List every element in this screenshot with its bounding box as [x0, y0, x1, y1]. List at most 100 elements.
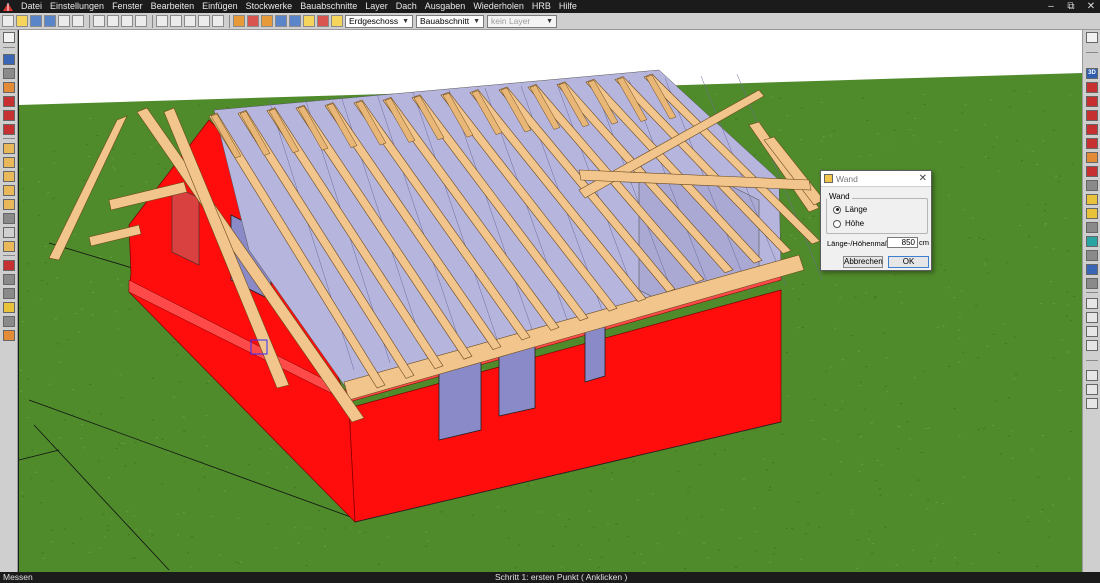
menu-item-stockwerke[interactable]: Stockwerke	[242, 0, 297, 13]
layers-tool-icon[interactable]	[3, 68, 15, 79]
save-icon[interactable]	[30, 15, 42, 27]
radio-laenge[interactable]: Länge	[833, 205, 867, 214]
measure-tool-icon[interactable]	[3, 227, 15, 238]
cancel-button[interactable]: Abbrechen	[843, 256, 883, 268]
section-view-icon[interactable]	[1086, 110, 1098, 121]
floor-select[interactable]: Erdgeschoss ▼	[345, 14, 413, 28]
grid-icon[interactable]	[233, 15, 245, 27]
minimize-icon[interactable]: –	[1046, 1, 1056, 12]
page-icon[interactable]	[1086, 298, 1098, 309]
menu-item-hrb[interactable]: HRB	[528, 0, 555, 13]
stairs-tool-icon[interactable]	[3, 157, 15, 168]
import-icon[interactable]	[1086, 340, 1098, 351]
settings-icon[interactable]	[1086, 398, 1098, 409]
layer-manager-icon[interactable]	[261, 15, 273, 27]
print-layout-icon[interactable]	[1086, 312, 1098, 323]
stamp-icon[interactable]	[317, 15, 329, 27]
door-tool-icon[interactable]	[3, 96, 15, 107]
elevation-view-icon[interactable]	[1086, 124, 1098, 135]
menu-item-bauabschnitte[interactable]: Bauabschnitte	[296, 0, 361, 13]
layer-select[interactable]: kein Layer ▼	[487, 14, 557, 28]
menu-item-einstellungen[interactable]: Einstellungen	[46, 0, 108, 13]
delete-tool-icon[interactable]	[3, 260, 15, 271]
menu-item-einfuegen[interactable]: Einfügen	[198, 0, 242, 13]
undo-icon[interactable]	[156, 15, 168, 27]
menu-item-fenster[interactable]: Fenster	[108, 0, 147, 13]
opening-tool-icon[interactable]	[3, 110, 15, 121]
text-tool-icon[interactable]	[3, 330, 15, 341]
texture-icon[interactable]	[1086, 250, 1098, 261]
snap-icon[interactable]	[247, 15, 259, 27]
sun-icon[interactable]	[1086, 194, 1098, 205]
menu-item-dach[interactable]: Dach	[392, 0, 421, 13]
properties-icon[interactable]	[1086, 384, 1098, 395]
roof-window-tool-icon[interactable]	[3, 124, 15, 135]
redo-icon[interactable]	[170, 15, 182, 27]
list-view-icon[interactable]	[1086, 370, 1098, 381]
menu-item-hilfe[interactable]: Hilfe	[555, 0, 581, 13]
ok-button[interactable]: OK	[888, 256, 929, 268]
copy-tool-icon[interactable]	[3, 288, 15, 299]
zoom-all-icon[interactable]	[135, 15, 147, 27]
3d-viewport[interactable]	[19, 30, 1082, 572]
move-tool-icon[interactable]	[3, 274, 15, 285]
menu-item-bearbeiten[interactable]: Bearbeiten	[147, 0, 199, 13]
measure-input[interactable]	[887, 237, 918, 248]
dimension-tool-icon[interactable]	[3, 302, 15, 313]
rafter-tool-icon[interactable]	[3, 171, 15, 182]
save-as-icon[interactable]	[44, 15, 56, 27]
section-select[interactable]: Bauabschnitt ▼	[416, 14, 484, 28]
shadow-icon[interactable]	[1086, 278, 1098, 289]
zoom-window-icon[interactable]	[121, 15, 133, 27]
view-3d-button[interactable]: 3D	[1086, 68, 1098, 79]
truss-tool-icon[interactable]	[3, 199, 15, 210]
grass-speck	[984, 156, 987, 158]
menu-item-wiederholen[interactable]: Wiederholen	[469, 0, 528, 13]
folder-3d-icon[interactable]	[331, 15, 343, 27]
roof-view-icon[interactable]	[1086, 138, 1098, 149]
new-file-icon[interactable]	[2, 15, 14, 27]
print-icon[interactable]	[58, 15, 70, 27]
grass-speck	[688, 486, 691, 488]
close-icon[interactable]: ✕	[1086, 1, 1096, 12]
refresh-icon[interactable]	[198, 15, 210, 27]
zoom-in-icon[interactable]	[93, 15, 105, 27]
menu-item-ausgaben[interactable]: Ausgaben	[421, 0, 470, 13]
render-icon[interactable]	[289, 15, 301, 27]
dialog-title-bar[interactable]: Wand	[821, 171, 931, 187]
close-icon[interactable]: ✕	[919, 173, 927, 184]
render-settings-icon[interactable]	[1086, 264, 1098, 275]
pointer-icon[interactable]	[1086, 32, 1098, 43]
restore-icon[interactable]: ⧉	[1066, 1, 1076, 12]
trim-tool-icon[interactable]	[3, 316, 15, 327]
3d-scene[interactable]	[19, 30, 1082, 572]
menu-item-layer[interactable]: Layer	[361, 0, 392, 13]
house-view-icon[interactable]	[1086, 82, 1098, 93]
grass-speck	[202, 436, 205, 438]
window-tool-icon[interactable]	[3, 82, 15, 93]
camera-icon[interactable]	[1086, 166, 1098, 177]
pan-icon[interactable]	[184, 15, 196, 27]
walk-view-icon[interactable]	[1086, 152, 1098, 163]
open-folder-icon[interactable]	[16, 15, 28, 27]
print-preview-icon[interactable]	[72, 15, 84, 27]
grass-speck	[198, 489, 201, 491]
beam-tool-icon[interactable]	[3, 143, 15, 154]
dropdown-arrow-icon[interactable]	[212, 15, 224, 27]
select-arrow-icon[interactable]	[3, 32, 15, 43]
line-style-icon[interactable]	[1086, 222, 1098, 233]
menu-item-datei[interactable]: Datei	[17, 0, 46, 13]
zoom-out-icon[interactable]	[107, 15, 119, 27]
light-icon[interactable]	[1086, 208, 1098, 219]
export-icon[interactable]	[1086, 326, 1098, 337]
orbit-icon[interactable]	[1086, 180, 1098, 191]
dormer-tool-icon[interactable]	[3, 241, 15, 252]
wall-tool-icon[interactable]	[3, 54, 15, 65]
floor-plan-view-icon[interactable]	[1086, 96, 1098, 107]
column-tool-icon[interactable]	[3, 185, 15, 196]
display-icon[interactable]	[275, 15, 287, 27]
grid-tool-icon[interactable]	[3, 213, 15, 224]
cursor-icon[interactable]	[303, 15, 315, 27]
material-icon[interactable]	[1086, 236, 1098, 247]
radio-hoehe[interactable]: Höhe	[833, 219, 864, 228]
